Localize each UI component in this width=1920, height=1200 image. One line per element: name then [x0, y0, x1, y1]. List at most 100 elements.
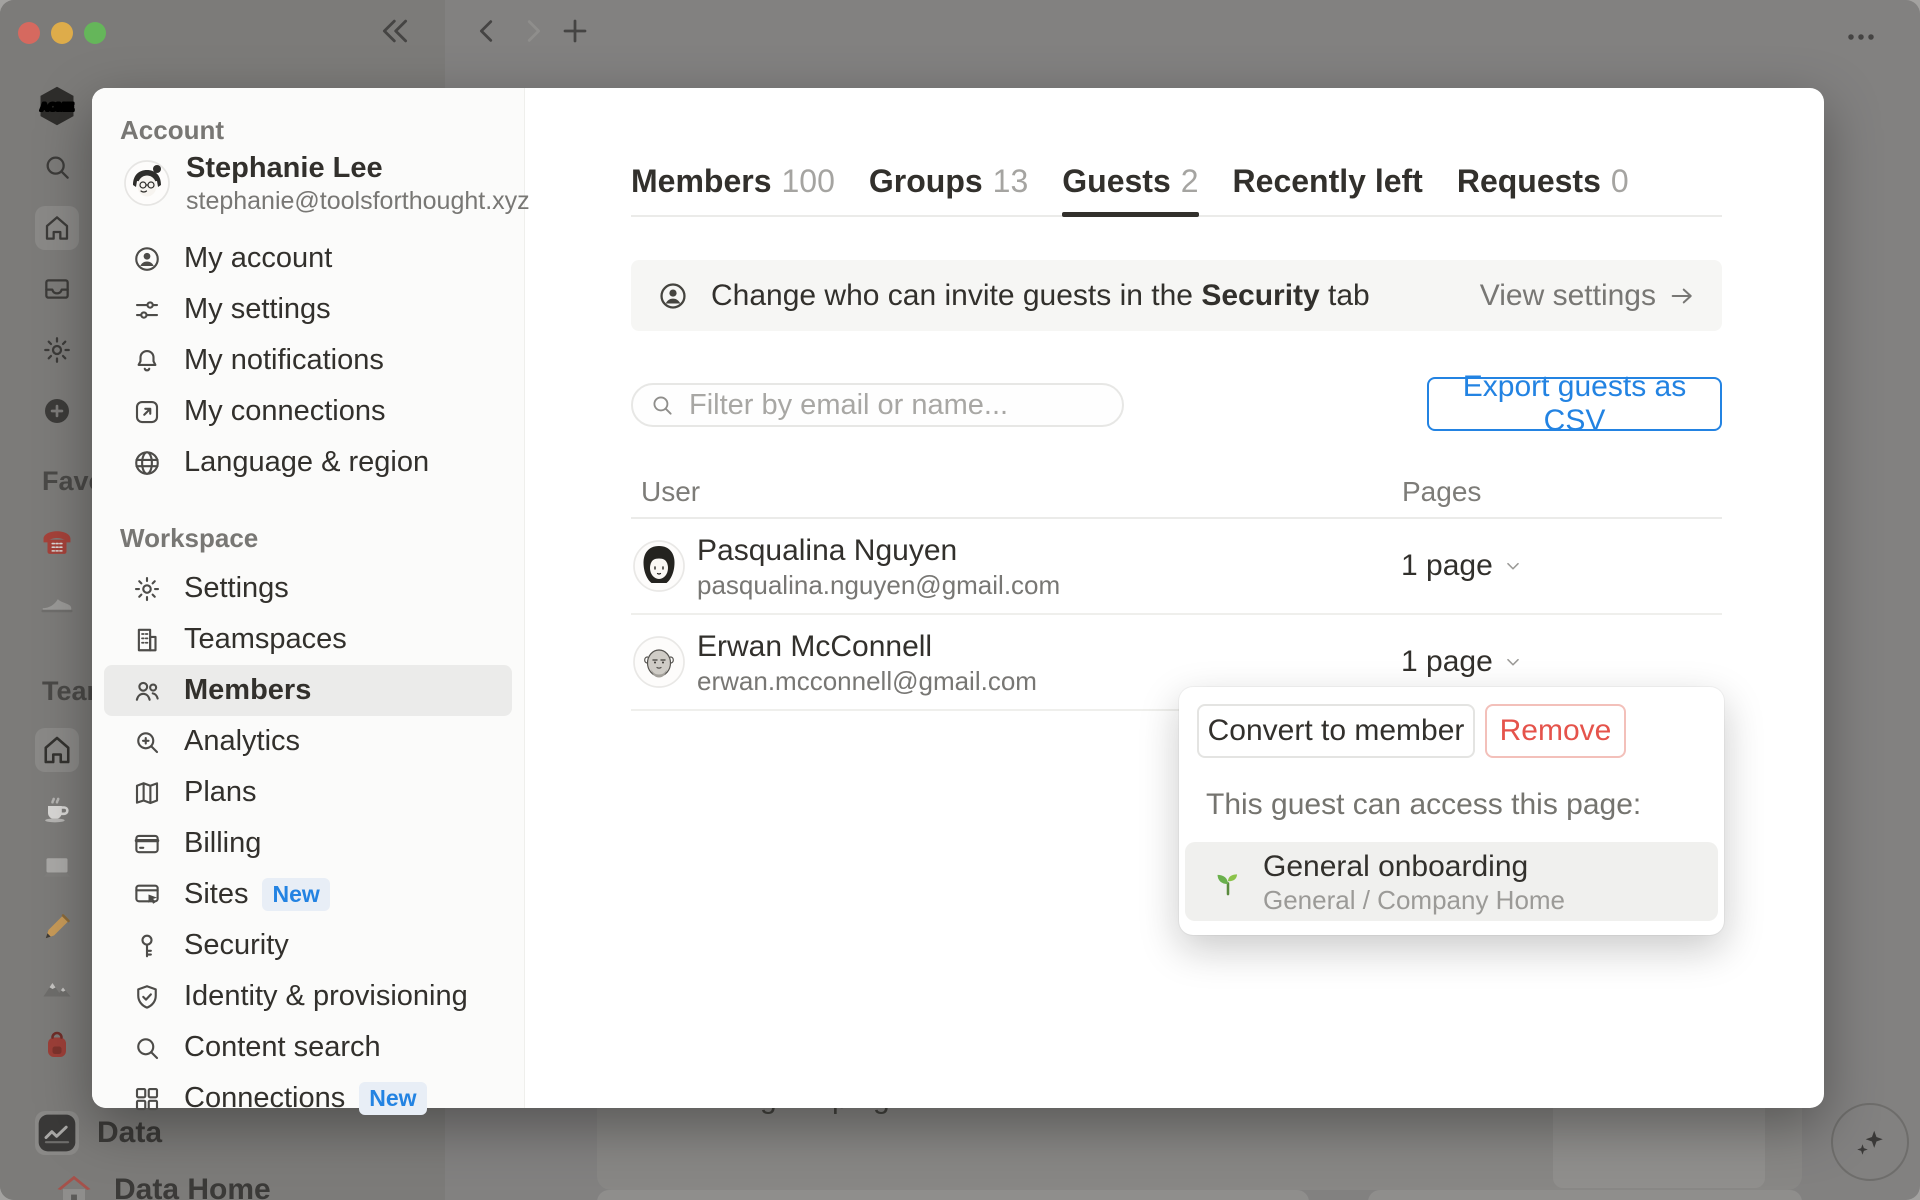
more-options-icon[interactable]: [1846, 22, 1876, 52]
sidebar-item-my-account[interactable]: My account: [104, 233, 512, 284]
sidebar-item-label: My notifications: [184, 344, 384, 376]
tab-groups[interactable]: Groups 13: [869, 152, 1028, 215]
column-user: User: [641, 476, 701, 507]
profile-name: Stephanie Lee: [186, 152, 383, 184]
credit-card-icon: [132, 829, 162, 859]
search-icon: [649, 392, 675, 418]
settings-sidebar: Account Stephanie Lee stephanie@toolsfor…: [92, 88, 530, 1115]
rail-item-inbox[interactable]: [35, 267, 79, 311]
teamspace-item-mountain[interactable]: [35, 964, 79, 1008]
grid-icon: [132, 1084, 162, 1114]
rail-item-gear[interactable]: [35, 328, 79, 372]
tab-requests[interactable]: Requests 0: [1457, 152, 1629, 215]
close-window-button[interactable]: [18, 22, 40, 44]
background-card-left: [597, 1190, 1309, 1200]
background-rail-icons: [35, 145, 79, 433]
house-icon: [52, 1168, 96, 1200]
profile-email: stephanie@toolsforthought.xyz: [186, 187, 530, 215]
tab-members[interactable]: Members 100: [631, 152, 835, 215]
user-meta: Erwan McConnell erwan.mcconnell@gmail.com: [697, 628, 1037, 697]
background-card-right: [1368, 1190, 1802, 1200]
arrow-up-right-square-icon: [132, 397, 162, 427]
background-clipped-text: g i p g: [760, 1108, 1120, 1123]
teamspace-items: [35, 728, 79, 1067]
export-guests-button[interactable]: Export guests as CSV: [1427, 370, 1722, 437]
teamspace-item-pencil[interactable]: [35, 905, 79, 949]
favorite-item-telephone[interactable]: [35, 520, 79, 564]
coffee-icon: [39, 791, 75, 827]
app-window: ACME Favorites Teamspaces Data Data Home…: [0, 0, 1920, 1200]
sidebar-item-billing[interactable]: Billing: [104, 818, 512, 869]
ai-sparkles-button[interactable]: [1831, 1103, 1909, 1181]
pages-value: 1 page: [1401, 549, 1493, 582]
pencil-icon: [39, 909, 75, 945]
collapse-sidebar-icon[interactable]: [378, 14, 412, 48]
pages-dropdown[interactable]: 1 page: [1401, 645, 1524, 679]
new-tab-icon[interactable]: [560, 16, 590, 46]
tab-guests[interactable]: Guests 2: [1062, 152, 1199, 217]
workspace-section-label: Workspace: [120, 523, 259, 553]
backpack-icon: [39, 1027, 75, 1063]
view-settings-link[interactable]: View settings: [1480, 279, 1696, 313]
user-avatar: [633, 540, 685, 592]
sidebar-item-label: Plans: [184, 776, 257, 808]
teamspace-item-home-solid[interactable]: [35, 728, 79, 772]
filter-input[interactable]: [631, 383, 1124, 427]
settings-main: Members 100 Groups 13 Guests 2 Recently left Re…: [631, 88, 1724, 1108]
workspace-logo[interactable]: ACME: [35, 84, 79, 128]
favorites-items: [35, 520, 79, 623]
minimize-window-button[interactable]: [51, 22, 73, 44]
key-icon: [132, 931, 162, 961]
sidebar-item-my-settings[interactable]: My settings: [104, 284, 512, 335]
pages-dropdown[interactable]: 1 page: [1401, 549, 1524, 583]
back-icon[interactable]: [472, 16, 502, 46]
sidebar-item-settings[interactable]: Settings: [104, 563, 512, 614]
sidebar-item-data-home[interactable]: Data Home: [52, 1168, 271, 1200]
sneaker-icon: [38, 582, 76, 620]
sidebar-item-label: Sites: [184, 878, 249, 910]
pages-value: 1 page: [1401, 645, 1493, 678]
teamspace-item-backpack[interactable]: [35, 1023, 79, 1067]
sidebar-item-identity-provisioning[interactable]: Identity & provisioning: [104, 971, 512, 1022]
sidebar-item-content-search[interactable]: Content search: [104, 1022, 512, 1073]
rail-item-home[interactable]: [35, 206, 79, 250]
accessible-page-item[interactable]: General onboarding General / Company Hom…: [1185, 842, 1718, 921]
convert-to-member-button[interactable]: Convert to member: [1197, 704, 1475, 758]
tab-recently-left[interactable]: Recently left: [1233, 152, 1423, 215]
sidebar-item-language-region[interactable]: Language & region: [104, 437, 512, 488]
rail-item-search[interactable]: [35, 145, 79, 189]
profile-item[interactable]: Stephanie Lee stephanie@toolsforthought.…: [124, 150, 530, 216]
guests-info-banner: Change who can invite guests in the Secu…: [631, 260, 1722, 331]
sidebar-item-my-connections[interactable]: My connections: [104, 386, 512, 437]
building-icon: [132, 625, 162, 655]
sidebar-item-label: Identity & provisioning: [184, 980, 468, 1012]
remove-guest-button[interactable]: Remove: [1485, 704, 1626, 758]
sidebar-item-plans[interactable]: Plans: [104, 767, 512, 818]
zoom-window-button[interactable]: [84, 22, 106, 44]
tab-count: 13: [992, 163, 1029, 199]
page-breadcrumb: General / Company Home: [1263, 884, 1566, 915]
teamspace-item-coffee[interactable]: [35, 787, 79, 831]
sidebar-item-connections[interactable]: Connections New: [104, 1073, 512, 1124]
tab-label: Recently left: [1232, 163, 1423, 199]
tab-label: Guests: [1062, 163, 1171, 199]
sidebar-item-members[interactable]: Members: [104, 665, 512, 716]
new-badge: New: [359, 1082, 427, 1115]
laptop-icon: [39, 850, 75, 886]
sidebar-item-teamspaces[interactable]: Teamspaces: [104, 614, 512, 665]
sidebar-item-my-notifications[interactable]: My notifications: [104, 335, 512, 386]
user-email: erwan.mcconnell@gmail.com: [697, 665, 1037, 696]
sidebar-item-security[interactable]: Security: [104, 920, 512, 971]
rail-item-plus-circle[interactable]: [35, 389, 79, 433]
sidebar-item-label: Security: [184, 929, 289, 961]
sidebar-item-analytics[interactable]: Analytics: [104, 716, 512, 767]
search-icon: [132, 1033, 162, 1063]
people-icon: [132, 676, 162, 706]
gear-icon: [132, 574, 162, 604]
seedling-icon: [1211, 865, 1245, 899]
chevron-down-icon: [1502, 555, 1524, 577]
sidebar-item-sites[interactable]: Sites New: [104, 869, 512, 920]
favorite-item-sneaker[interactable]: [35, 579, 79, 623]
teamspace-item-laptop[interactable]: [35, 846, 79, 890]
person-circle-icon: [657, 280, 689, 312]
